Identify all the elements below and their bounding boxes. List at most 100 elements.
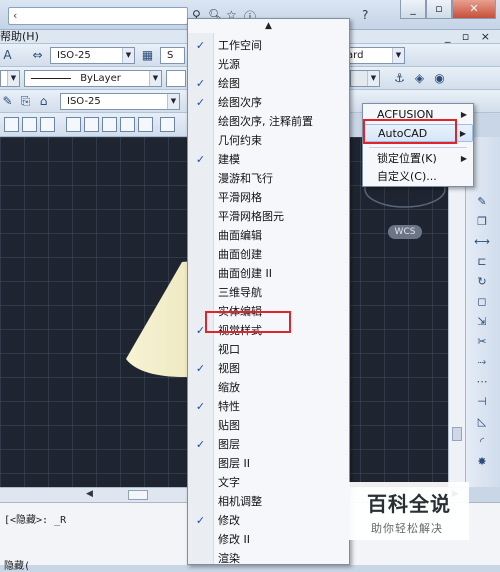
checkmark-icon: ✓ [195,153,206,166]
rotate-icon[interactable]: ↻ [474,275,490,289]
mdi-controls[interactable]: _ ▫ × [445,30,494,44]
revolve-icon[interactable] [84,117,99,132]
menu-separator [369,147,467,148]
trim-icon[interactable]: ✂ [474,335,490,349]
subtract-icon[interactable] [160,117,175,132]
linetype-combo[interactable]: ByLayer ▼ [24,70,162,87]
menu-item[interactable]: 渲染 [188,549,349,564]
menu-item[interactable]: ✓ 绘图 [188,74,349,93]
menu-item[interactable]: 平滑网格图元 [188,207,349,226]
menu-item[interactable]: 曲面编辑 [188,226,349,245]
menu-item[interactable]: 平滑网格 [188,188,349,207]
lineweight-combo[interactable] [166,70,186,87]
watermark-title: 百科全说 [367,492,451,516]
menu-item[interactable]: 图层 II [188,454,349,473]
fillet-icon[interactable]: ◜ [474,435,490,449]
vertical-scrollbar[interactable] [448,137,465,487]
loft-icon[interactable] [120,117,135,132]
cylinder-icon[interactable] [22,117,37,132]
dimstyle-icon[interactable]: ⇔ [30,48,45,63]
menu-item-label: 曲面创建 [218,248,262,261]
maximize-button[interactable]: ▫ [426,0,452,19]
erase-icon[interactable]: ✎ [474,195,490,209]
menu-item[interactable]: 绘图次序, 注释前置 [188,112,349,131]
command-history-line: [<隐藏>: _R [4,515,67,526]
menu-item[interactable]: 光源 [188,55,349,74]
menu-scroll-up-icon[interactable]: ▲ [188,19,349,33]
menu-item[interactable]: ✓ 建模 [188,150,349,169]
scrollbar-thumb[interactable] [452,427,462,441]
empty-check-slot [193,456,208,471]
layer-properties-icon[interactable]: ✎ [0,94,15,109]
extend-icon[interactable]: ⤑ [474,355,490,369]
minimize-button[interactable]: _ [400,0,426,19]
menu-item[interactable]: 曲面创建 [188,245,349,264]
offset-icon[interactable]: ⊏ [474,255,490,269]
menu-item[interactable]: 几何约束 [188,131,349,150]
menu-item-label: 光源 [218,58,240,71]
checkmark-icon: ✓ [195,514,206,527]
watermark-logo: 百科全说 助你轻松解决 [349,482,469,540]
layer-previous-icon[interactable]: ⌂ [36,94,51,109]
menu-item-label: 图层 II [218,457,250,470]
menu-help[interactable]: 帮助(H) [0,30,39,44]
anchor-icon[interactable]: ⚓ [392,71,407,86]
chevron-down-icon: ▼ [392,48,404,63]
quick-search-box[interactable]: ‹ [8,7,188,25]
scroll-left-icon[interactable]: ◀ [86,489,93,499]
menu-item[interactable]: 三维导航 [188,283,349,302]
extrude-icon[interactable] [66,117,81,132]
table-style-icon[interactable]: ▦ [140,48,155,63]
empty-check-slot [193,247,208,262]
submenu-item-customize[interactable]: 自定义(C)... [363,168,473,186]
menu-item[interactable]: ✓ 工作空间 [188,36,349,55]
menu-item-label: 平滑网格 [218,191,262,204]
layer-dimstyle-combo[interactable]: ISO-25 ▼ [60,93,180,110]
render-icon[interactable]: ◉ [432,71,447,86]
copy-icon[interactable]: ❐ [474,215,490,229]
menu-item[interactable]: ✓ 特性 [188,397,349,416]
menu-item-label: 相机调整 [218,495,262,508]
stretch-icon[interactable]: ⇲ [474,315,490,329]
checkmark-icon: ✓ [195,400,206,413]
empty-check-slot [193,342,208,357]
menu-item[interactable]: 视口 [188,340,349,359]
scale-icon[interactable]: ◻ [474,295,490,309]
join-icon[interactable]: ⊣ [474,395,490,409]
close-button[interactable]: ✕ [452,0,496,19]
text-style-icon[interactable]: A [0,48,15,63]
menu-item[interactable]: ✓ 视图 [188,359,349,378]
menu-item[interactable]: 文字 [188,473,349,492]
chevron-left-icon: ‹ [13,9,18,22]
scrollbar-thumb[interactable] [128,490,148,500]
union-icon[interactable] [138,117,153,132]
box-icon[interactable] [4,117,19,132]
menu-item[interactable]: 修改 II [188,530,349,549]
mirror-icon[interactable]: ⟷ [474,235,490,249]
submenu-item-lock-position[interactable]: 锁定位置(K) ▶ [363,150,473,168]
explode-icon[interactable]: ✸ [474,455,490,469]
wcs-menu-button[interactable]: WCS [388,225,422,239]
menu-item[interactable]: ✓ 图层 [188,435,349,454]
chevron-down-icon: ▼ [367,71,379,86]
menu-item[interactable]: 缩放 [188,378,349,397]
visual-style-icon[interactable]: ◈ [412,71,427,86]
color-combo[interactable]: ▼ [0,70,20,87]
chamfer-icon[interactable]: ◺ [474,415,490,429]
table-style-combo[interactable]: S [160,47,185,64]
menu-item[interactable]: ✓ 修改 [188,511,349,530]
menu-item-label: 三维导航 [218,286,262,299]
break-icon[interactable]: ⋯ [474,375,490,389]
menu-item[interactable]: 相机调整 [188,492,349,511]
menu-item[interactable]: 漫游和飞行 [188,169,349,188]
help-icon[interactable]: ? [362,8,368,22]
cone-icon[interactable] [40,117,55,132]
plotstyle-combo[interactable]: ▼ [350,70,380,87]
menu-item[interactable]: ✓ 绘图次序 [188,93,349,112]
menu-item[interactable]: 曲面创建 II [188,264,349,283]
dimstyle-combo[interactable]: ISO-25 ▼ [50,47,135,64]
menu-item-label: 工作空间 [218,39,262,52]
sweep-icon[interactable] [102,117,117,132]
layer-state-icon[interactable]: ⎘ [18,94,33,109]
menu-item[interactable]: 贴图 [188,416,349,435]
